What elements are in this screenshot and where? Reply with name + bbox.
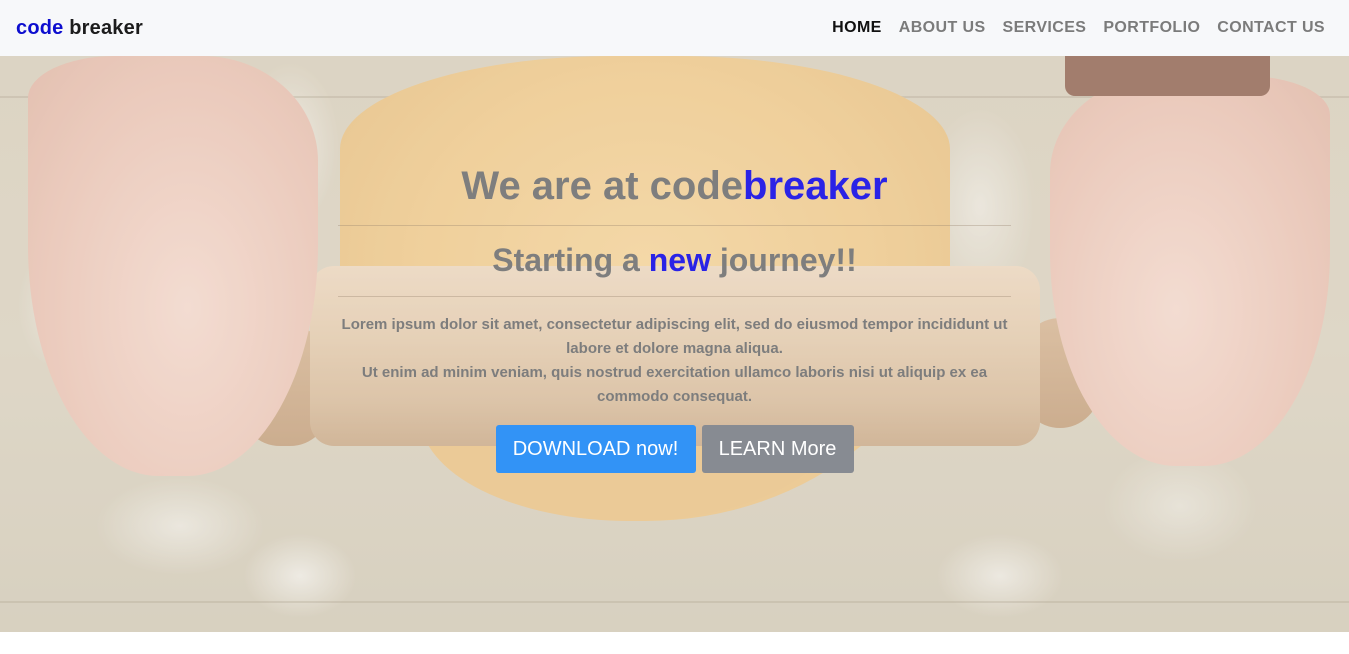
nav-services[interactable]: SERVICES [1003, 19, 1087, 37]
hero-subheading-accent: new [648, 242, 711, 278]
nav-home[interactable]: HOME [832, 19, 882, 37]
hero-content: We are at codebreaker Starting a new jou… [0, 56, 1349, 632]
learn-more-button[interactable]: LEARN More [701, 425, 854, 473]
download-button[interactable]: DOWNLOAD now! [495, 425, 696, 473]
heading-divider [338, 225, 1011, 226]
nav-about-us[interactable]: ABOUT US [899, 19, 986, 37]
hero-heading: We are at codebreaker [461, 164, 888, 208]
hero-section: We are at codebreaker Starting a new jou… [0, 56, 1349, 632]
nav-menu: HOME ABOUT US SERVICES PORTFOLIO CONTACT… [815, 19, 1325, 37]
lead-line-1: Lorem ipsum dolor sit amet, consectetur … [341, 316, 1008, 357]
subheading-divider [338, 296, 1011, 297]
hero-heading-accent: breaker [743, 164, 888, 208]
hero-subheading: Starting a new journey!! [492, 242, 857, 278]
hero-lead-text: Lorem ipsum dolor sit amet, consectetur … [334, 313, 1015, 409]
brand-logo[interactable]: code breaker [16, 17, 143, 40]
hero-buttons: DOWNLOAD now! LEARN More [0, 425, 1349, 473]
brand-part-breaker: breaker [69, 16, 143, 39]
lead-line-2: Ut enim ad minim veniam, quis nostrud ex… [361, 364, 988, 405]
nav-contact-us[interactable]: CONTACT US [1217, 19, 1325, 37]
brand-part-code: code [16, 16, 64, 39]
navbar: code breaker HOME ABOUT US SERVICES PORT… [0, 0, 1349, 56]
nav-portfolio[interactable]: PORTFOLIO [1103, 19, 1200, 37]
